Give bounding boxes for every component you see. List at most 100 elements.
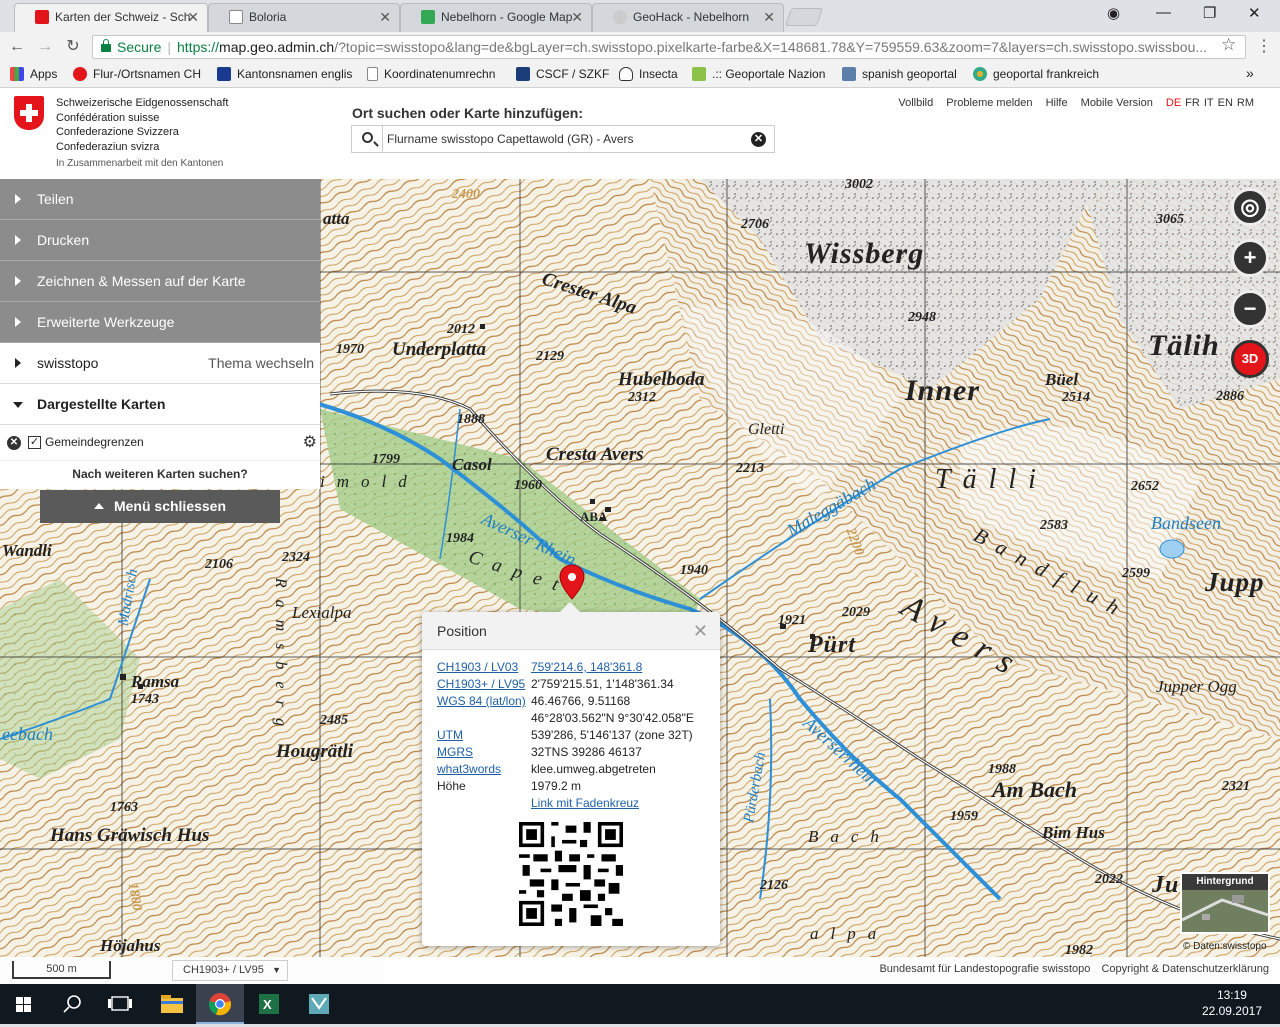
map-label-bach: Bach [808, 827, 891, 846]
close-window-icon[interactable]: ✕ [1248, 4, 1261, 22]
location-marker-icon[interactable] [559, 564, 585, 600]
bookmark-flurnamen[interactable]: Flur-/Ortsnamen CH [73, 67, 201, 81]
tab-boloria[interactable]: Boloria ✕ [208, 3, 400, 32]
tab-geohack[interactable]: GeoHack - Nebelhorn ✕ [592, 3, 784, 32]
coord-key[interactable]: MGRS [437, 745, 531, 759]
help-link[interactable]: Hilfe [1046, 97, 1068, 109]
restore-icon[interactable]: ❐ [1203, 4, 1216, 22]
bookmark-kantonsnamen[interactable]: Kantonsnamen englis [217, 67, 352, 81]
bookmark-star-icon[interactable]: ☆ [1221, 35, 1236, 55]
report-problem-link[interactable]: Probleme melden [946, 97, 1032, 109]
reload-icon[interactable]: ↻ [62, 36, 84, 58]
new-tab-button[interactable] [784, 8, 824, 26]
search-more-maps-link[interactable]: Nach weiteren Karten suchen? [0, 461, 320, 489]
chrome-icon[interactable] [196, 984, 244, 1024]
lang-en[interactable]: EN [1218, 97, 1233, 109]
fullscreen-link[interactable]: Vollbild [898, 97, 933, 109]
crosshair-link[interactable]: Link mit Fadenkreuz [531, 796, 639, 810]
gn-logo-icon [692, 67, 706, 81]
excel-icon[interactable]: X [244, 984, 292, 1024]
address-bar[interactable]: Secure | https://map.geo.admin.ch/?topic=s… [92, 35, 1246, 59]
system-clock[interactable]: 13:19 22.09.2017 [1202, 987, 1262, 1019]
map-label-jupper-ogg: Jupper Ogg [1156, 677, 1237, 696]
bookmark-geoportail-france[interactable]: geoportal frankreich [973, 67, 1099, 81]
spot-height: 2485 [320, 713, 348, 728]
spot-height: 1960 [514, 478, 542, 493]
zoom-in-button[interactable]: + [1231, 239, 1269, 277]
coord-key[interactable]: UTM [437, 728, 531, 742]
bookmark-apps[interactable]: Apps [10, 67, 57, 81]
spot-height: 2583 [1040, 518, 1068, 533]
map-label-ramsa: Ramsa [131, 672, 180, 691]
file-explorer-icon[interactable] [148, 984, 196, 1024]
layer-row-gemeindegrenzen: ✕ ✓ Gemeindegrenzen ⚙ [0, 425, 320, 461]
bookmark-spanish-geoportal[interactable]: spanish geoportal [842, 67, 957, 81]
gear-icon[interactable]: ⚙ [303, 425, 317, 460]
search-icon[interactable] [362, 132, 373, 143]
url-path: /?topic=swisstopo&lang=de&bgLayer=ch.swi… [334, 39, 1208, 55]
spot-height: 2106 [205, 557, 233, 572]
lang-it[interactable]: IT [1204, 97, 1214, 109]
coord-key[interactable]: CH1903+ / LV95 [437, 677, 531, 691]
app-icon[interactable] [294, 984, 342, 1024]
menu-displayed-maps[interactable]: Dargestellte Karten [0, 384, 320, 425]
layer-visibility-checkbox[interactable]: ✓ [28, 436, 41, 449]
windows-start-icon[interactable] [0, 984, 48, 1024]
copyright-link[interactable]: Copyright & Datenschutzerklärung [1101, 963, 1269, 975]
popup-header: Position ✕ [422, 612, 720, 650]
3d-button[interactable]: 3D [1231, 340, 1269, 378]
person-icon [229, 10, 243, 24]
lang-fr[interactable]: FR [1185, 97, 1200, 109]
menu-print[interactable]: Drucken [0, 220, 320, 261]
close-tab-icon[interactable]: ✕ [379, 4, 391, 30]
close-tab-icon[interactable]: ✕ [571, 4, 583, 30]
agency-link[interactable]: Bundesamt für Landestopografie swisstopo [879, 963, 1090, 975]
clear-search-icon[interactable]: ✕ [751, 132, 766, 147]
minimize-icon[interactable]: — [1156, 4, 1171, 21]
bookmark-insecta[interactable]: Insecta [619, 67, 678, 81]
coord-key[interactable]: WGS 84 (lat/lon) [437, 694, 531, 708]
spot-height: 3065 [1156, 212, 1184, 227]
more-bookmarks-icon[interactable]: » [1246, 65, 1254, 81]
bookmark-geoportale[interactable]: .:: Geoportale Nazion [692, 67, 825, 81]
menu-advanced-tools[interactable]: Erweiterte Werkzeuge [0, 302, 320, 343]
close-icon[interactable]: ✕ [693, 612, 708, 650]
close-tab-icon[interactable]: ✕ [187, 4, 199, 30]
location-search-input[interactable]: Flurname swisstopo Capettawold (GR) - Av… [351, 125, 775, 153]
coord-row-lv03: CH1903 / LV03 759'214.6, 148'361.8 [437, 660, 642, 674]
menu-draw-measure[interactable]: Zeichnen & Messen auf der Karte [0, 261, 320, 302]
map-label-talih: Tälih [1148, 329, 1220, 362]
tab-google-maps[interactable]: Nebelhorn - Google Map ✕ [400, 3, 592, 32]
change-topic-link[interactable]: Thema wechseln [208, 343, 314, 383]
lang-rm[interactable]: RM [1237, 97, 1254, 109]
close-menu-button[interactable]: Menü schliessen [40, 490, 280, 523]
search-icon[interactable] [48, 984, 96, 1024]
coord-key[interactable]: what3words [437, 762, 531, 776]
task-view-icon[interactable] [96, 984, 144, 1024]
bookmark-koordinaten[interactable]: Koordinatenumrechn [367, 67, 495, 81]
map-label-imold: imold [320, 472, 419, 491]
spot-height: 2213 [736, 461, 764, 476]
background-switcher[interactable]: Hintergrund [1180, 872, 1270, 934]
menu-topic[interactable]: swisstopo Thema wechseln [0, 343, 320, 384]
chevron-down-icon: ▼ [272, 965, 281, 975]
coord-value[interactable]: 759'214.6, 148'361.8 [531, 660, 642, 674]
zoom-out-button[interactable]: − [1231, 290, 1269, 328]
profile-icon[interactable]: ◉ [1107, 4, 1120, 22]
close-tab-icon[interactable]: ✕ [763, 4, 775, 30]
mobile-version-link[interactable]: Mobile Version [1081, 97, 1153, 109]
remove-layer-icon[interactable]: ✕ [7, 436, 21, 450]
cooperation-note: In Zusammenarbeit mit den Kantonen [56, 158, 224, 169]
kebab-menu-icon[interactable]: ⋮ [1256, 36, 1272, 56]
forward-arrow-icon[interactable]: → [34, 36, 56, 58]
lang-de[interactable]: DE [1166, 97, 1181, 109]
spot-height: 1988 [988, 762, 1016, 777]
map-label-talli: Tälli [935, 464, 1048, 495]
menu-share[interactable]: Teilen [0, 179, 320, 220]
projection-select[interactable]: CH1903+ / LV95 ▼ [172, 960, 288, 981]
back-arrow-icon[interactable]: ← [6, 36, 28, 58]
bookmark-cscf[interactable]: CSCF / SZKF [516, 67, 609, 81]
geolocate-button[interactable]: ◎ [1231, 188, 1269, 226]
coord-key[interactable]: CH1903 / LV03 [437, 660, 531, 674]
tab-karten-der-schweiz[interactable]: Karten der Schweiz - Sch ✕ [14, 3, 208, 32]
